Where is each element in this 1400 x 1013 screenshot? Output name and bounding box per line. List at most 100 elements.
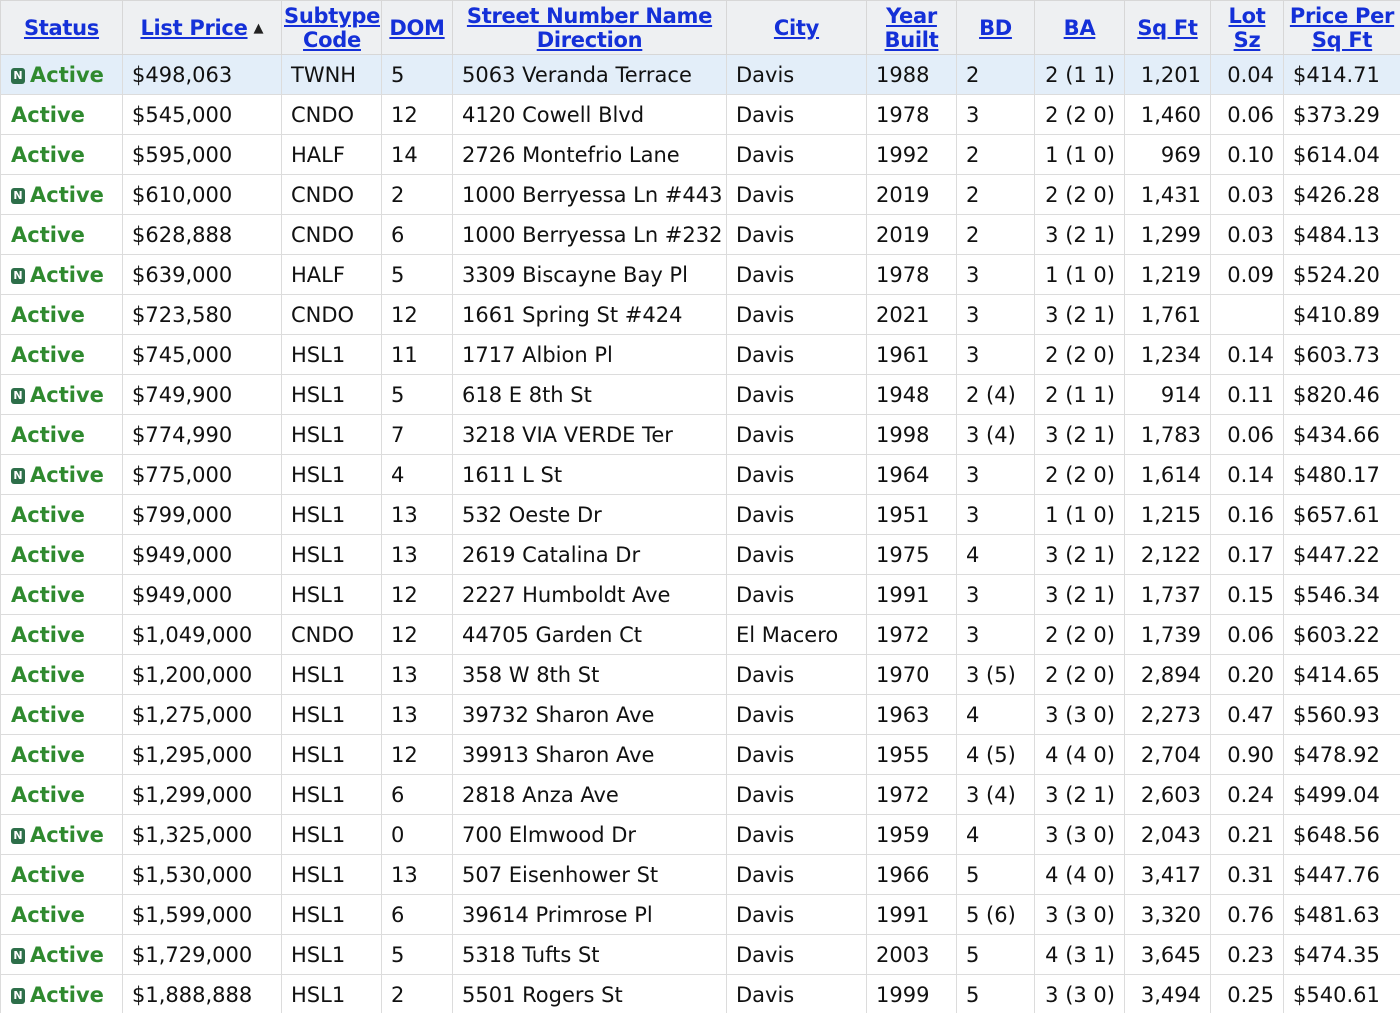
- bathrooms-cell: 3 (2 1): [1034, 294, 1125, 335]
- street-address-cell: 2227 Humboldt Ave: [452, 574, 727, 615]
- table-row[interactable]: Active $628,888 CNDO 6 1000 Berryessa Ln #23…: [0, 214, 1400, 255]
- table-row[interactable]: N Active $775,000 HSL1 4 1611 L St Davis 1964 3 2…: [0, 454, 1400, 495]
- bedrooms-cell: 4: [956, 534, 1035, 575]
- city-cell: Davis: [726, 654, 867, 695]
- dom-cell: 5: [381, 374, 453, 415]
- table-row[interactable]: Active $1,275,000 HSL1 13 39732 Sharon Ave Da…: [0, 694, 1400, 735]
- list-price-cell: $799,000: [122, 494, 282, 535]
- table-row[interactable]: Active $723,580 CNDO 12 1661 Spring St #424 D…: [0, 294, 1400, 335]
- table-row[interactable]: Active $545,000 CNDO 12 4120 Cowell Blvd Davi…: [0, 94, 1400, 135]
- dom-cell: 12: [381, 574, 453, 615]
- dom-cell: 6: [381, 214, 453, 255]
- sqft-cell: 1,761: [1124, 294, 1211, 335]
- subtype-code-cell: HSL1: [281, 374, 382, 415]
- price-per-sqft-cell: $657.61: [1283, 494, 1400, 535]
- year-built-cell: 1961: [866, 334, 957, 375]
- bedrooms-cell: 5: [956, 934, 1035, 975]
- status-text: Active: [11, 142, 85, 167]
- table-row[interactable]: Active $774,990 HSL1 7 3218 VIA VERDE Ter Dav…: [0, 414, 1400, 455]
- sort-sqft-link[interactable]: Sq Ft: [1137, 16, 1198, 40]
- sort-bd-link[interactable]: BD: [979, 16, 1012, 40]
- table-row[interactable]: Active $1,049,000 CNDO 12 44705 Garden Ct El …: [0, 614, 1400, 655]
- subtype-code-cell: CNDO: [281, 614, 382, 655]
- status-text: Active: [11, 502, 85, 527]
- subtype-code-cell: HSL1: [281, 934, 382, 975]
- price-per-sqft-cell: $614.04: [1283, 134, 1400, 175]
- street-address-cell: 39732 Sharon Ave: [452, 694, 727, 735]
- sqft-cell: 1,460: [1124, 94, 1211, 135]
- status-text: Active: [30, 62, 104, 87]
- sqft-cell: 914: [1124, 374, 1211, 415]
- list-price-cell: $774,990: [122, 414, 282, 455]
- table-row[interactable]: Active $595,000 HALF 14 2726 Montefrio Lane D…: [0, 134, 1400, 175]
- bedrooms-cell: 3 (4): [956, 774, 1035, 815]
- list-price-cell: $545,000: [122, 94, 282, 135]
- list-price-cell: $1,599,000: [122, 894, 282, 935]
- header-cell-subtype: Subtype Code: [281, 0, 382, 55]
- city-cell: Davis: [726, 214, 867, 255]
- street-address-cell: 2726 Montefrio Lane: [452, 134, 727, 175]
- table-row[interactable]: Active $745,000 HSL1 11 1717 Albion Pl Davis 1…: [0, 334, 1400, 375]
- sort-list-price-link[interactable]: List Price: [140, 16, 247, 40]
- table-row[interactable]: Active $949,000 HSL1 12 2227 Humboldt Ave Dav…: [0, 574, 1400, 615]
- sort-city-link[interactable]: City: [774, 16, 819, 40]
- status-text: Active: [11, 422, 85, 447]
- table-row[interactable]: Active $1,299,000 HSL1 6 2818 Anza Ave Davis 1…: [0, 774, 1400, 815]
- subtype-code-cell: HSL1: [281, 414, 382, 455]
- table-row[interactable]: Active $949,000 HSL1 13 2619 Catalina Dr Davi…: [0, 534, 1400, 575]
- table-row[interactable]: N Active $1,325,000 HSL1 0 700 Elmwood Dr Davi…: [0, 814, 1400, 855]
- status-text: Active: [11, 222, 85, 247]
- sort-subtype-link[interactable]: Subtype Code: [284, 4, 380, 52]
- sort-dom-link[interactable]: DOM: [389, 16, 445, 40]
- city-cell: Davis: [726, 414, 867, 455]
- status-cell: N Active: [0, 374, 123, 415]
- sort-lot-size-link[interactable]: Lot Sz: [1229, 4, 1266, 52]
- table-row[interactable]: Active $799,000 HSL1 13 532 Oeste Dr Davis 195…: [0, 494, 1400, 535]
- table-body: N Active $498,063 TWNH 5 5063 Veranda Terrace…: [0, 54, 1400, 1013]
- dom-cell: 5: [381, 934, 453, 975]
- sort-ascending-icon[interactable]: ▲: [254, 21, 264, 36]
- dom-cell: 13: [381, 654, 453, 695]
- table-row[interactable]: Active $1,295,000 HSL1 12 39913 Sharon Ave Da…: [0, 734, 1400, 775]
- dom-cell: 5: [381, 54, 453, 95]
- table-row[interactable]: N Active $1,729,000 HSL1 5 5318 Tufts St Davis…: [0, 934, 1400, 975]
- street-address-cell: 39614 Primrose Pl: [452, 894, 727, 935]
- lot-size-cell: 0.16: [1210, 494, 1284, 535]
- bedrooms-cell: 4: [956, 814, 1035, 855]
- table-row[interactable]: N Active $610,000 CNDO 2 1000 Berryessa Ln #4…: [0, 174, 1400, 215]
- year-built-cell: 1948: [866, 374, 957, 415]
- table-row[interactable]: Active $1,200,000 HSL1 13 358 W 8th St Davis 1…: [0, 654, 1400, 695]
- lot-size-cell: 0.14: [1210, 334, 1284, 375]
- status-text: Active: [30, 462, 104, 487]
- lot-size-cell: 0.06: [1210, 94, 1284, 135]
- table-row[interactable]: N Active $639,000 HALF 5 3309 Biscayne Bay Pl…: [0, 254, 1400, 295]
- sort-year-built-link[interactable]: Year Built: [869, 4, 954, 52]
- sort-price-per-sqft-link[interactable]: Price Per Sq Ft: [1286, 4, 1398, 52]
- status-text: Active: [30, 182, 104, 207]
- table-row[interactable]: N Active $1,888,888 HSL1 2 5501 Rogers St Davi…: [0, 974, 1400, 1013]
- subtype-code-cell: HSL1: [281, 654, 382, 695]
- sort-status-link[interactable]: Status: [24, 16, 99, 40]
- lot-size-cell: 0.10: [1210, 134, 1284, 175]
- table-row[interactable]: Active $1,530,000 HSL1 13 507 Eisenhower St D…: [0, 854, 1400, 895]
- price-per-sqft-cell: $414.65: [1283, 654, 1400, 695]
- bedrooms-cell: 2 (4): [956, 374, 1035, 415]
- city-cell: Davis: [726, 54, 867, 95]
- table-row[interactable]: N Active $749,900 HSL1 5 618 E 8th St Davis 194…: [0, 374, 1400, 415]
- sort-street-link[interactable]: Street Number Name Direction: [455, 4, 724, 52]
- bedrooms-cell: 3 (5): [956, 654, 1035, 695]
- street-address-cell: 1717 Albion Pl: [452, 334, 727, 375]
- bathrooms-cell: 3 (3 0): [1034, 814, 1125, 855]
- bedrooms-cell: 5: [956, 974, 1035, 1013]
- list-price-cell: $1,275,000: [122, 694, 282, 735]
- table-row[interactable]: N Active $498,063 TWNH 5 5063 Veranda Terrace…: [0, 54, 1400, 95]
- lot-size-cell: 0.23: [1210, 934, 1284, 975]
- sort-ba-link[interactable]: BA: [1064, 16, 1096, 40]
- price-per-sqft-cell: $474.35: [1283, 934, 1400, 975]
- price-per-sqft-cell: $546.34: [1283, 574, 1400, 615]
- header-cell-price-per-sqft: Price Per Sq Ft: [1283, 0, 1400, 55]
- price-per-sqft-cell: $373.29: [1283, 94, 1400, 135]
- table-row[interactable]: Active $1,599,000 HSL1 6 39614 Primrose Pl Da…: [0, 894, 1400, 935]
- subtype-code-cell: HSL1: [281, 974, 382, 1013]
- status-cell: Active: [0, 414, 123, 455]
